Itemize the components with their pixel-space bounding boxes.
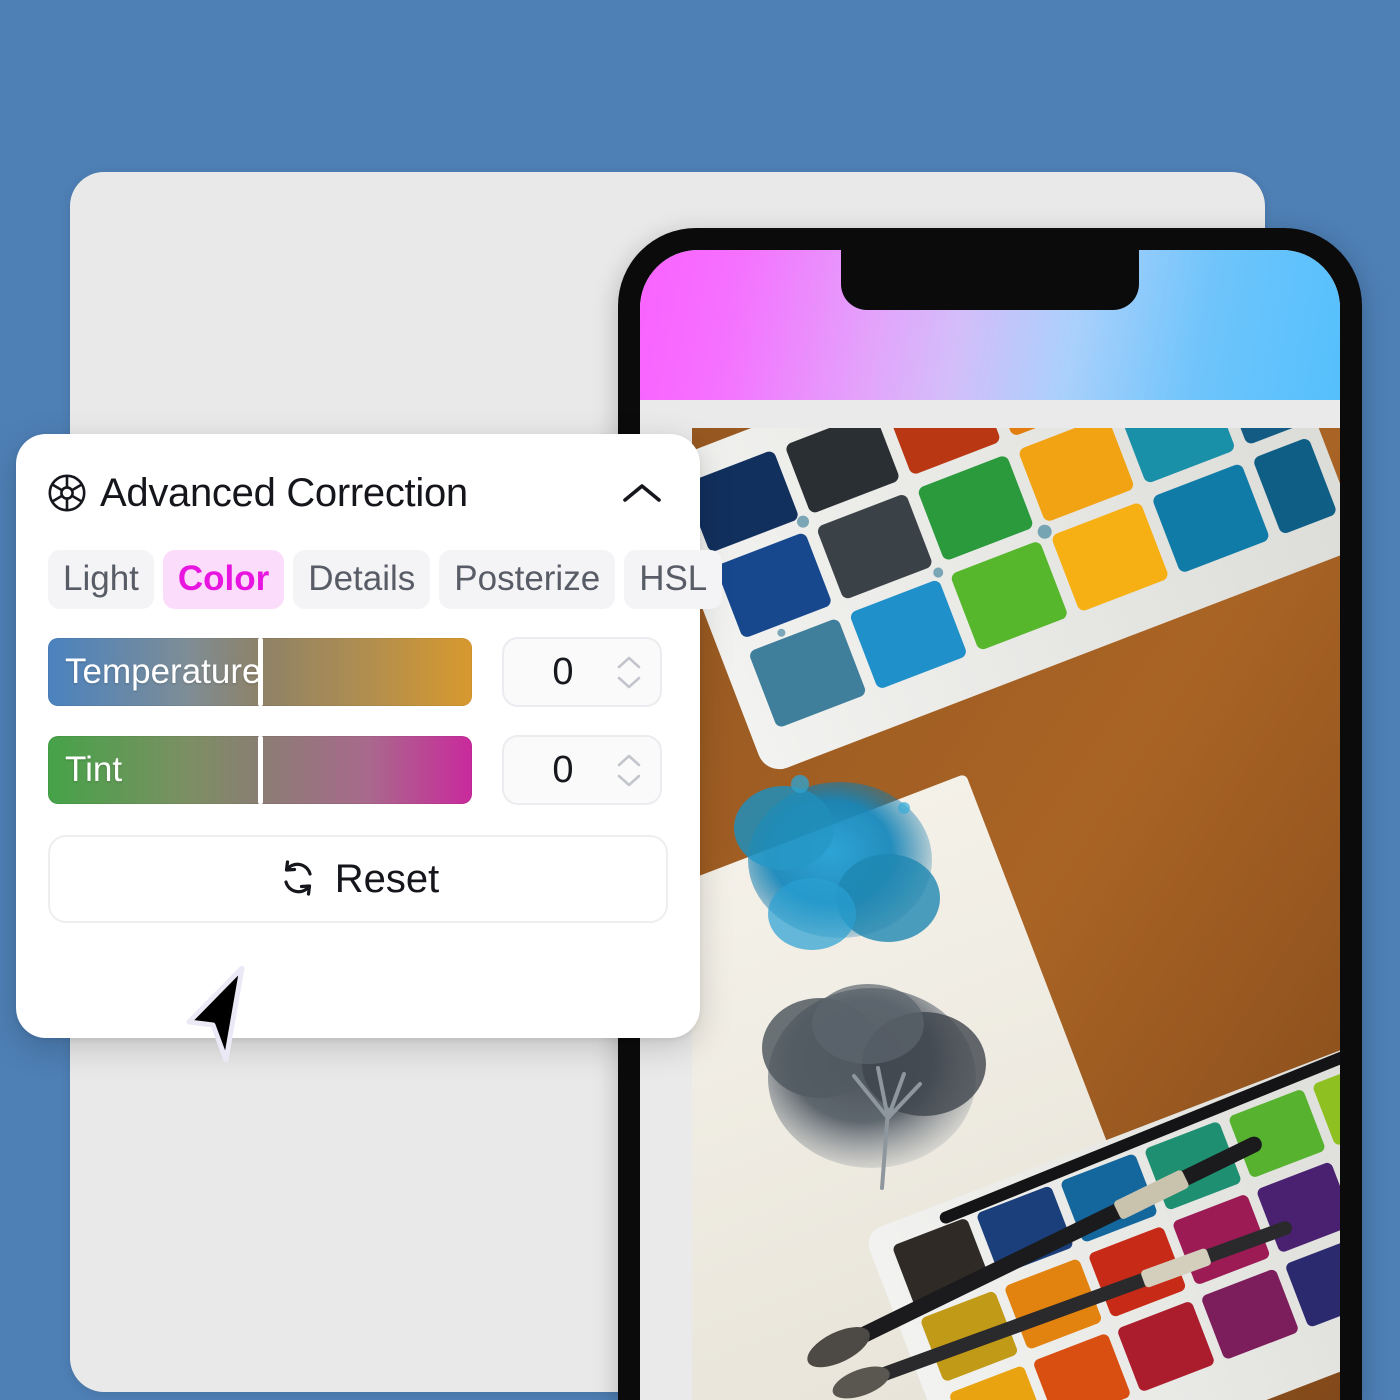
- temperature-slider[interactable]: Temperature: [48, 638, 472, 706]
- tab-color[interactable]: Color: [162, 550, 285, 609]
- tab-light[interactable]: Light: [48, 550, 154, 609]
- tint-slider-handle[interactable]: [258, 736, 263, 804]
- chevron-up-icon: [617, 656, 641, 668]
- card-header: Advanced Correction: [48, 464, 668, 522]
- card-title: Advanced Correction: [100, 470, 468, 515]
- temperature-stepper[interactable]: 0: [502, 637, 662, 707]
- chevron-down-icon: [617, 676, 641, 688]
- tint-slider-label: Tint: [65, 750, 123, 789]
- tab-hsl[interactable]: HSL: [624, 550, 723, 609]
- temperature-slider-handle[interactable]: [258, 638, 263, 706]
- chevron-down-icon: [617, 774, 641, 786]
- tab-details[interactable]: Details: [293, 550, 431, 609]
- tint-row: Tint 0: [48, 735, 668, 805]
- temperature-slider-label: Temperature: [65, 652, 262, 691]
- temperature-stepper-arrows[interactable]: [606, 655, 660, 690]
- tint-stepper[interactable]: 0: [502, 735, 662, 805]
- phone-notch: [841, 250, 1139, 310]
- refresh-icon: [277, 857, 319, 902]
- collapse-chevron-up-button[interactable]: [616, 467, 668, 519]
- advanced-correction-card: Advanced Correction Light Color Details …: [16, 434, 723, 1038]
- reset-button[interactable]: Reset: [48, 835, 668, 923]
- correction-tab-bar: Light Color Details Posterize HSL: [48, 550, 723, 609]
- temperature-row: Temperature 0: [48, 637, 668, 707]
- chevron-up-icon: [617, 754, 641, 766]
- tint-slider[interactable]: Tint: [48, 736, 472, 804]
- tint-stepper-arrows[interactable]: [606, 753, 660, 788]
- reset-button-label: Reset: [334, 856, 440, 901]
- color-wheel-icon: [48, 474, 86, 512]
- screenshot-canvas: Advanced Correction Light Color Details …: [0, 0, 1400, 1400]
- photo-preview[interactable]: [692, 428, 1340, 1400]
- phone-screen: [640, 250, 1340, 1400]
- phone-mockup: [618, 228, 1362, 1400]
- temperature-value[interactable]: 0: [504, 651, 606, 694]
- tab-posterize[interactable]: Posterize: [439, 550, 616, 609]
- tint-value[interactable]: 0: [504, 749, 606, 792]
